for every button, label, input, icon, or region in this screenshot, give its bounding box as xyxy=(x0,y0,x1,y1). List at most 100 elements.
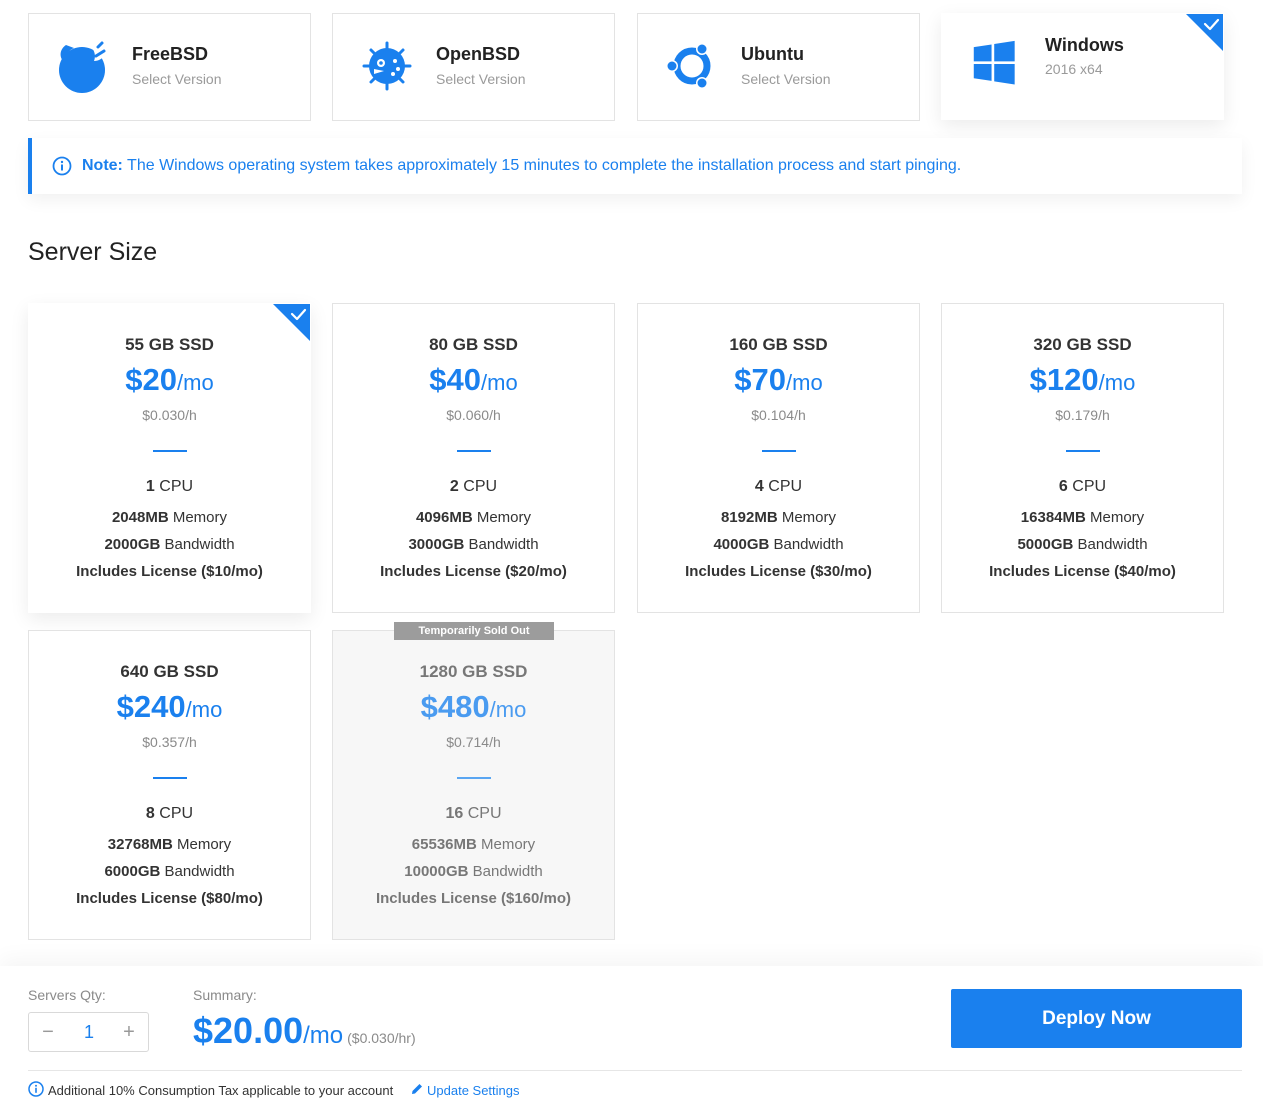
price-period: /mo xyxy=(481,370,518,395)
divider xyxy=(153,777,187,779)
plan-card-sold-out: Temporarily Sold Out 1280 GB SSD $480/mo… xyxy=(332,622,615,940)
cpu-label: CPU xyxy=(154,478,194,495)
pencil-icon[interactable] xyxy=(410,1082,424,1096)
memory-amount: 2048MB xyxy=(111,509,169,526)
plan-memory: 8192MB Memory xyxy=(638,509,919,526)
installation-note: Note: The Windows operating system takes… xyxy=(28,138,1242,194)
os-name: Ubuntu xyxy=(741,44,804,64)
os-card-windows[interactable]: Windows 2016 x64 xyxy=(941,13,1224,120)
bandwidth-label: Bandwidth xyxy=(769,536,844,553)
os-version-select[interactable]: 2016 x64 xyxy=(1045,61,1103,77)
os-card-freebsd[interactable]: FreeBSD Select Version xyxy=(28,13,311,121)
price-period: /mo xyxy=(489,697,527,722)
plan-memory: 16384MB Memory xyxy=(942,509,1223,526)
ubuntu-icon xyxy=(666,43,711,89)
update-settings-link[interactable]: Update Settings xyxy=(427,1083,520,1098)
info-icon xyxy=(52,156,72,176)
plan-price: $240/mo xyxy=(29,689,310,725)
price-amount: $120 xyxy=(1029,362,1099,397)
plan-bandwidth: 3000GB Bandwidth xyxy=(333,536,614,553)
plan-bandwidth: 10000GB Bandwidth xyxy=(333,863,614,880)
cpu-label: CPU xyxy=(1067,478,1107,495)
cpu-count: 8 xyxy=(145,805,155,822)
plan-memory: 65536MB Memory xyxy=(333,836,614,853)
memory-amount: 32768MB xyxy=(107,836,173,853)
info-icon xyxy=(28,1081,44,1097)
note-text: Note: The Windows operating system takes… xyxy=(82,157,961,175)
plan-cpu: 4 CPU xyxy=(638,478,919,496)
plan-memory: 32768MB Memory xyxy=(29,836,310,853)
memory-label: Memory xyxy=(476,836,536,853)
price-amount: $480 xyxy=(420,689,490,724)
plan-cpu: 8 CPU xyxy=(29,805,310,823)
quantity-input[interactable]: 1 xyxy=(64,1022,114,1043)
bandwidth-label: Bandwidth xyxy=(160,863,235,880)
memory-label: Memory xyxy=(168,509,228,526)
plan-hourly: $0.060/h xyxy=(446,407,501,423)
plan-cpu: 2 CPU xyxy=(333,478,614,496)
bandwidth-label: Bandwidth xyxy=(1073,536,1148,553)
note-message: The Windows operating system takes appro… xyxy=(122,157,962,174)
os-card-ubuntu[interactable]: Ubuntu Select Version xyxy=(637,13,920,121)
plan-cpu: 6 CPU xyxy=(942,478,1223,496)
increment-button[interactable]: + xyxy=(117,1020,141,1044)
deploy-footer: Servers Qty: − 1 + Summary: $20.00/mo ($0… xyxy=(0,966,1263,1110)
servers-qty-label: Servers Qty: xyxy=(28,987,106,1003)
price-period: /mo xyxy=(1098,370,1136,395)
divider xyxy=(1066,450,1100,452)
plan-storage: 160 GB SSD xyxy=(729,335,828,354)
os-version-select[interactable]: Select Version xyxy=(436,71,526,87)
bandwidth-amount: 4000GB xyxy=(713,536,770,553)
plan-license: Includes License ($160/mo) xyxy=(375,890,572,907)
bandwidth-amount: 6000GB xyxy=(104,863,161,880)
plan-cpu: 16 CPU xyxy=(333,805,614,823)
plan-card[interactable]: 80 GB SSD $40/mo $0.060/h 2 CPU 4096MB M… xyxy=(332,303,615,613)
os-card-openbsd[interactable]: OpenBSD Select Version xyxy=(332,13,615,121)
plan-hourly: $0.357/h xyxy=(142,734,197,750)
plan-storage: 80 GB SSD xyxy=(429,335,518,354)
cpu-label: CPU xyxy=(458,478,498,495)
plan-memory: 2048MB Memory xyxy=(29,509,310,526)
cpu-label: CPU xyxy=(463,805,502,822)
price-amount: $40 xyxy=(429,362,482,397)
memory-label: Memory xyxy=(172,836,232,853)
plan-bandwidth: 2000GB Bandwidth xyxy=(29,536,310,553)
bandwidth-label: Bandwidth xyxy=(468,863,543,880)
summary-price: $20.00/mo ($0.030/hr) xyxy=(193,1010,416,1052)
cpu-label: CPU xyxy=(154,805,194,822)
plan-price: $40/mo xyxy=(333,362,614,398)
price-period: /mo xyxy=(185,697,223,722)
cpu-count: 6 xyxy=(1058,478,1068,495)
decrement-button[interactable]: − xyxy=(36,1020,60,1044)
os-name: OpenBSD xyxy=(436,44,521,64)
plan-card[interactable]: 640 GB SSD $240/mo $0.357/h 8 CPU 32768M… xyxy=(28,630,311,940)
price-amount: $240 xyxy=(116,689,186,724)
freebsd-icon xyxy=(59,41,106,93)
plan-cpu: 1 CPU xyxy=(29,478,310,496)
plan-hourly: $0.030/h xyxy=(142,407,197,423)
plan-price: $20/mo xyxy=(29,362,310,398)
quantity-stepper: − 1 + xyxy=(28,1012,149,1052)
plan-license: Includes License ($20/mo) xyxy=(380,563,567,580)
deploy-now-button[interactable]: Deploy Now xyxy=(951,989,1242,1048)
plan-card[interactable]: 160 GB SSD $70/mo $0.104/h 4 CPU 8192MB … xyxy=(637,303,920,613)
os-version-select[interactable]: Select Version xyxy=(741,71,831,87)
plan-bandwidth: 4000GB Bandwidth xyxy=(638,536,919,553)
checkmark-icon xyxy=(273,304,310,341)
memory-amount: 8192MB xyxy=(720,509,778,526)
cpu-count: 2 xyxy=(449,478,459,495)
memory-amount: 4096MB xyxy=(415,509,473,526)
plan-storage: 320 GB SSD xyxy=(1033,335,1132,354)
plan-card[interactable]: 320 GB SSD $120/mo $0.179/h 6 CPU 16384M… xyxy=(941,303,1224,613)
os-version-select[interactable]: Select Version xyxy=(132,71,222,87)
divider xyxy=(153,450,187,452)
plan-hourly: $0.714/h xyxy=(446,734,501,750)
divider xyxy=(28,1070,1242,1071)
plan-license: Includes License ($10/mo) xyxy=(76,563,263,580)
divider xyxy=(457,777,491,779)
plan-card[interactable]: 55 GB SSD $20/mo $0.030/h 1 CPU 2048MB M… xyxy=(28,303,311,613)
memory-label: Memory xyxy=(777,509,837,526)
bandwidth-label: Bandwidth xyxy=(464,536,539,553)
plan-bandwidth: 6000GB Bandwidth xyxy=(29,863,310,880)
plan-storage: 55 GB SSD xyxy=(125,335,214,354)
